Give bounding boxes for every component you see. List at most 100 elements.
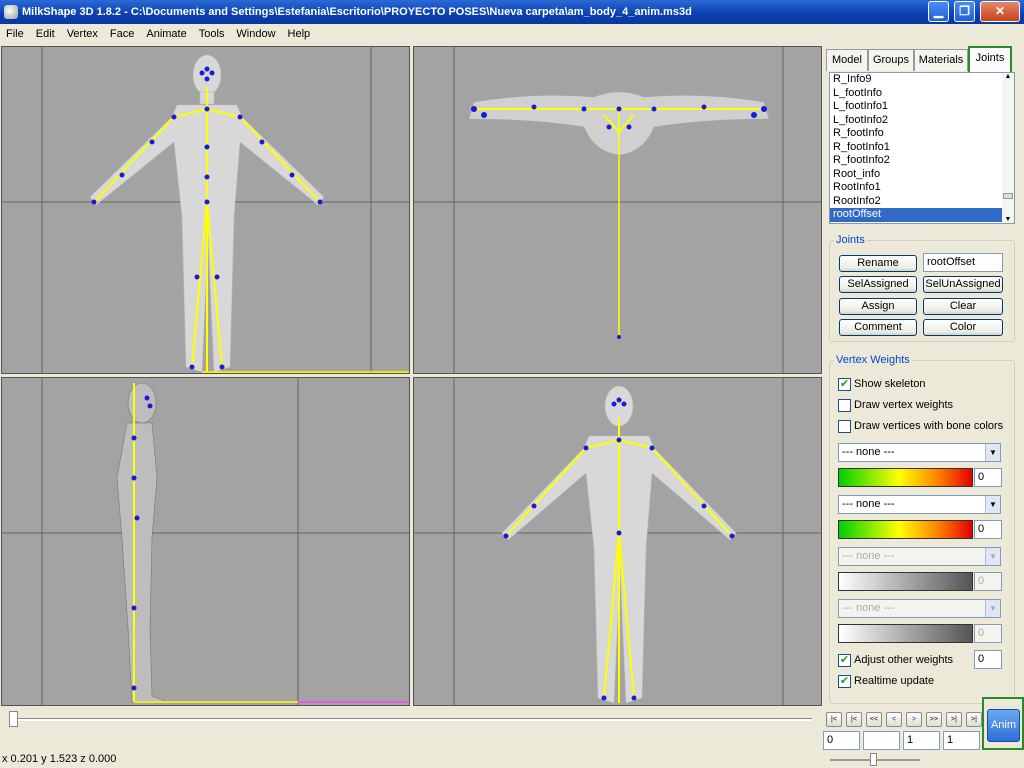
comment-button[interactable]: Comment (839, 319, 917, 336)
list-item[interactable]: R_footInfo2 (830, 154, 1014, 168)
list-item[interactable]: Root_info (830, 168, 1014, 182)
perspective-view-canvas (414, 378, 821, 705)
show-skeleton-checkbox[interactable]: ✔ (838, 378, 851, 391)
joint-list-scrollbar[interactable]: ▲ ▼ (1002, 73, 1014, 223)
chevron-down-icon[interactable]: ▼ (985, 496, 1000, 513)
adjust-other-weights-checkbox[interactable]: ✔ (838, 654, 851, 667)
timeline[interactable] (0, 708, 822, 748)
list-item[interactable]: L_footInfo2 (830, 114, 1014, 128)
weight-value-1[interactable]: 0 (974, 468, 1002, 487)
weight-bone-select-2[interactable]: --- none --- ▼ (838, 495, 1001, 514)
skeleton-front (93, 87, 409, 373)
weight-slider-4 (838, 624, 973, 643)
first-frame-button[interactable]: |< (826, 712, 842, 727)
list-item[interactable]: R_footInfo (830, 127, 1014, 141)
close-button[interactable]: ✕ (980, 1, 1020, 22)
menu-vertex[interactable]: Vertex (61, 28, 104, 40)
play-back-button[interactable]: < (886, 712, 902, 727)
front-view-canvas (2, 47, 409, 373)
timeline-thumb[interactable] (9, 711, 18, 727)
list-item[interactable]: L_footInfo (830, 87, 1014, 101)
list-item[interactable]: RootInfo2 (830, 195, 1014, 209)
list-item[interactable]: RootInfo1 (830, 181, 1014, 195)
chevron-down-icon: ▼ (985, 548, 1000, 565)
viewport-side[interactable] (1, 377, 410, 706)
joint-list[interactable]: R_Info9 L_footInfo L_footInfo1 L_footInf… (829, 72, 1015, 224)
weight-bone-select-1[interactable]: --- none --- ▼ (838, 443, 1001, 462)
scroll-thumb[interactable] (1003, 193, 1013, 199)
joint-name-field[interactable]: rootOffset (923, 253, 1003, 272)
side-view-canvas (2, 378, 409, 705)
show-skeleton-label: Show skeleton (854, 378, 926, 390)
tab-model[interactable]: Model (826, 49, 868, 71)
adjust-other-weights-value[interactable]: 0 (974, 650, 1002, 669)
rename-button[interactable]: Rename (839, 255, 917, 272)
tab-joints[interactable]: Joints (968, 46, 1012, 72)
chevron-down-icon[interactable]: ▼ (985, 444, 1000, 461)
menu-bar: File Edit Vertex Face Animate Tools Wind… (0, 24, 1024, 44)
current-frame-field[interactable]: 0 (823, 731, 860, 750)
viewport-front[interactable] (1, 46, 410, 374)
next-key-button[interactable]: >| (946, 712, 962, 727)
select-value: --- none --- (842, 446, 895, 458)
prev-key-button[interactable]: |< (846, 712, 862, 727)
list-item[interactable]: L_footInfo1 (830, 100, 1014, 114)
assign-button[interactable]: Assign (839, 298, 917, 315)
frame-field-blank[interactable] (863, 731, 900, 750)
joints-legend: Joints (836, 234, 865, 246)
maximize-button[interactable]: ❐ (954, 1, 975, 22)
last-frame-button[interactable]: >| (966, 712, 982, 727)
selassigned-button[interactable]: SelAssigned (839, 276, 917, 293)
select-value: --- none --- (842, 550, 895, 562)
skeleton-3d (505, 418, 733, 703)
tab-groups[interactable]: Groups (868, 49, 914, 71)
list-item-selected[interactable]: rootOffset (830, 208, 1014, 222)
rewind-button[interactable]: << (866, 712, 882, 727)
list-item[interactable]: R_footInfo1 (830, 141, 1014, 155)
scroll-up-icon[interactable]: ▲ (1002, 73, 1014, 80)
anim-toggle[interactable]: Anim (982, 697, 1024, 750)
weight-value-3: 0 (974, 572, 1002, 591)
skeleton-side (133, 383, 298, 703)
chevron-down-icon: ▼ (985, 600, 1000, 617)
list-item[interactable]: R_Info9 (830, 73, 1014, 87)
weight-slider-2[interactable] (838, 520, 973, 539)
weight-value-4: 0 (974, 624, 1002, 643)
end-frame-field[interactable]: 1 (943, 731, 980, 750)
adjust-other-weights-label: Adjust other weights (854, 654, 954, 666)
anim-button[interactable]: Anim (987, 709, 1020, 742)
realtime-update-checkbox[interactable]: ✔ (838, 675, 851, 688)
select-value: --- none --- (842, 602, 895, 614)
weight-value-2[interactable]: 0 (974, 520, 1002, 539)
weight-slider-1[interactable] (838, 468, 973, 487)
menu-face[interactable]: Face (104, 28, 140, 40)
play-button[interactable]: > (906, 712, 922, 727)
menu-file[interactable]: File (0, 28, 30, 40)
menu-window[interactable]: Window (230, 28, 281, 40)
minimize-button[interactable]: ▁ (928, 1, 949, 22)
weight-bone-select-4: --- none --- ▼ (838, 599, 1001, 618)
draw-bone-colors-checkbox[interactable] (838, 420, 851, 433)
color-button[interactable]: Color (923, 319, 1003, 336)
viewport-top[interactable] (413, 46, 822, 374)
weight-slider-3 (838, 572, 973, 591)
clear-button[interactable]: Clear (923, 298, 1003, 315)
zoom-thumb[interactable] (870, 753, 877, 766)
menu-help[interactable]: Help (282, 28, 317, 40)
viewport-3d[interactable] (413, 377, 822, 706)
skeleton-top (474, 108, 764, 337)
top-view-canvas (414, 47, 821, 373)
fast-forward-button[interactable]: >> (926, 712, 942, 727)
draw-vertex-weights-checkbox[interactable] (838, 399, 851, 412)
menu-tools[interactable]: Tools (193, 28, 231, 40)
menu-animate[interactable]: Animate (140, 28, 192, 40)
selunassigned-button[interactable]: SelUnAssigned (923, 276, 1003, 293)
scroll-down-icon[interactable]: ▼ (1002, 216, 1014, 223)
joints-panel: Model Groups Materials Joints R_Info9 L_… (824, 44, 1024, 708)
menu-edit[interactable]: Edit (30, 28, 61, 40)
timeline-track[interactable] (12, 718, 812, 721)
draw-bone-colors-label: Draw vertices with bone colors (854, 420, 1004, 432)
start-frame-field[interactable]: 1 (903, 731, 940, 750)
app-icon (4, 5, 18, 19)
tab-materials[interactable]: Materials (914, 49, 968, 71)
